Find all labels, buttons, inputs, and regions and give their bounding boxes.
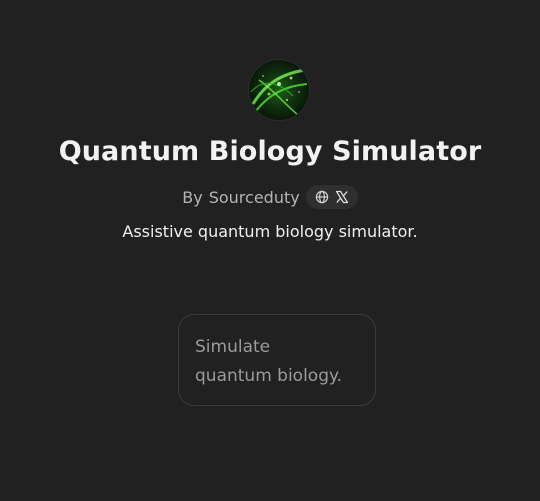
globe-icon[interactable] [315, 190, 329, 204]
social-links [305, 185, 358, 209]
starter-line-1: Simulate [195, 337, 271, 357]
conversation-starter-card[interactable]: Simulate quantum biology. [178, 314, 376, 406]
byline-prefix: By [182, 187, 203, 207]
gpt-avatar [249, 60, 309, 120]
x-logo-icon[interactable] [335, 190, 349, 204]
gpt-description: Assistive quantum biology simulator. [122, 222, 418, 241]
gpt-title: Quantum Biology Simulator [58, 136, 482, 167]
green-helix-avatar-icon [249, 60, 309, 120]
author-byline: By Sourceduty [0, 185, 540, 209]
author-name: Sourceduty [208, 187, 300, 207]
gpt-landing: Quantum Biology Simulator By Sourceduty … [0, 0, 540, 501]
starter-line-2: quantum biology. [195, 366, 343, 386]
